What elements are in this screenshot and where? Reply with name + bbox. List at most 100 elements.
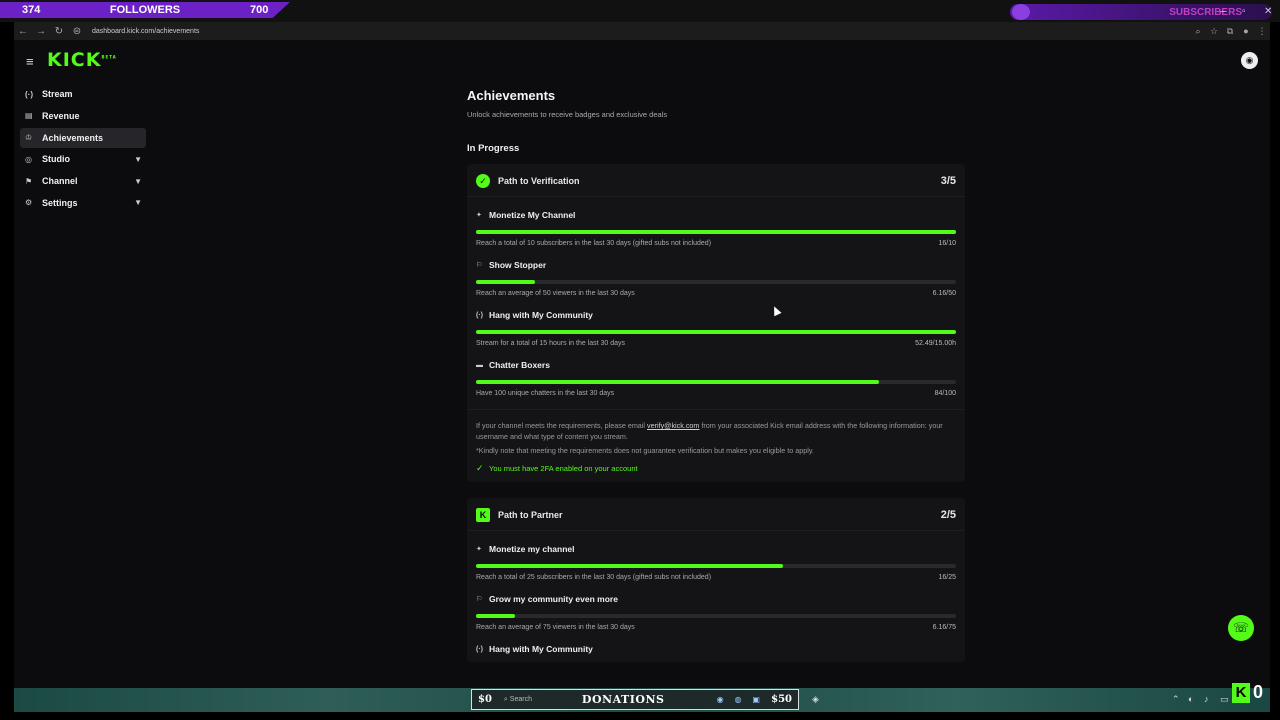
kick-k-icon: K [1232, 682, 1250, 703]
achievement-item: ⚐ Grow my community even more Reach an av… [476, 594, 956, 631]
partner-card: K Path to Partner 2/5 ✦ Monetize my chann… [467, 498, 965, 662]
sidebar-item-achievements[interactable]: ♔ Achievements [20, 127, 146, 148]
flag-icon: ⚐ [476, 262, 483, 269]
tray-chevron-icon[interactable]: ⌃ [1172, 694, 1180, 705]
achievement-value: 16/25 [938, 574, 956, 581]
stream-overlay-bar: 374 FOLLOWERS 700 SUBSCRIBERS – ▫ ✕ [0, 0, 1280, 22]
achievement-description: Reach a total of 10 subscribers in the l… [476, 240, 712, 247]
close-icon[interactable]: ✕ [1264, 6, 1272, 17]
achievement-value: 16/10 [938, 240, 956, 247]
stream-icon: (·) [25, 89, 33, 99]
taskbar-app-icon[interactable]: ◈ [812, 694, 819, 705]
requirement-text: You must have 2FA enabled on your accoun… [489, 464, 638, 473]
logo-beta-tag: BETA [101, 54, 117, 60]
verification-instructions: If your channel meets the requirements, … [476, 420, 956, 442]
divider [467, 409, 965, 410]
chevron-down-icon[interactable]: ▼ [134, 198, 146, 207]
achievement-title: Hang with My Community [489, 310, 593, 320]
achievement-value: 6.16/75 [932, 624, 956, 631]
reload-icon[interactable]: ↻ [50, 26, 68, 37]
achievement-description: Reach a total of 25 subscribers in the l… [476, 574, 712, 581]
progress-bar [476, 564, 956, 568]
achievement-title-row: (·) Hang with My Community [476, 310, 956, 320]
achievement-title: Chatter Boxers [489, 360, 550, 370]
progress-fill [476, 280, 536, 284]
subscriber-avatar-icon [1012, 4, 1030, 20]
card-header: K Path to Partner 2/5 [476, 506, 956, 524]
bookmark-star-icon[interactable]: ☆ [1206, 26, 1222, 37]
achievement-title: Monetize My Channel [489, 210, 576, 220]
sparkle-icon: ✦ [476, 546, 482, 553]
sidebar-item-revenue[interactable]: ▤ Revenue [20, 106, 146, 126]
verify-email-link[interactable]: verify@kick.com [647, 421, 699, 430]
card-progress-count: 3/5 [940, 175, 956, 187]
achievement-item: ▬ Chatter Boxers Have 100 unique chatters… [476, 360, 956, 397]
donations-goal: $50 [771, 694, 792, 705]
revenue-icon: ▤ [25, 111, 33, 121]
achievement-title-row: ⚐ Show Stopper [476, 260, 956, 270]
chat-support-button[interactable]: ☏ [1228, 615, 1254, 641]
tray-display-icon[interactable]: ▭ [1220, 694, 1229, 705]
taskbar-app-icon[interactable]: ◍ [729, 695, 747, 704]
chevron-down-icon[interactable]: ▼ [134, 155, 146, 164]
achievement-title-row: ✦ Monetize my channel [476, 544, 956, 554]
taskbar-search-placeholder: Search [509, 695, 532, 703]
kick-viewer-counter: K 0 [1232, 682, 1263, 703]
taskbar-app-icon[interactable]: ◉ [711, 695, 729, 704]
profile-icon[interactable]: ● [1238, 26, 1254, 36]
progress-bar [476, 230, 956, 234]
sidebar-item-settings[interactable]: ⚙ Settings ▼ [20, 193, 146, 213]
taskbar-search[interactable]: ⌕ Search [498, 696, 578, 704]
verified-badge-icon: ✓ [476, 174, 490, 188]
achievement-title: Show Stopper [489, 260, 547, 270]
donations-bar: $0 ⌕ Search DONATIONS ◉ ◍ ▣ $50 [471, 689, 799, 710]
achievement-title-row: ⚐ Grow my community even more [476, 594, 956, 604]
sidebar-nav: (·) Stream ▤ Revenue ♔ Achievements ◎ St… [20, 84, 146, 215]
extensions-icon[interactable]: ⧉ [1222, 26, 1238, 37]
check-icon: ✓ [476, 463, 484, 473]
achievement-title: Grow my community even more [489, 594, 618, 604]
achievement-item: (·) Hang with My Community Stream for a t… [476, 310, 956, 347]
achievement-footer: Reach a total of 25 subscribers in the l… [476, 574, 956, 581]
progress-bar [476, 330, 956, 334]
gear-icon: ⚙ [25, 198, 33, 208]
trophy-icon: ♔ [25, 133, 33, 143]
sidebar-item-label: Channel [42, 176, 78, 187]
sidebar-item-stream[interactable]: (·) Stream [20, 84, 146, 104]
hamburger-menu-icon[interactable]: ≡ [26, 54, 34, 69]
section-heading-in-progress: In Progress [467, 143, 520, 154]
sidebar-item-channel[interactable]: ⚑ Channel ▼ [20, 171, 146, 191]
site-info-icon[interactable]: ⊜ [68, 26, 86, 37]
sidebar-item-studio[interactable]: ◎ Studio ▼ [20, 149, 146, 169]
divider [467, 196, 965, 197]
tray-volume-icon[interactable]: ♪ [1204, 694, 1209, 704]
zoom-icon[interactable]: ⌕ [1190, 26, 1206, 37]
user-avatar[interactable]: ◉ [1241, 52, 1258, 69]
achievement-title-row: (·) Hang with My Community [476, 644, 956, 654]
kick-logo[interactable]: KICKBETA [47, 49, 117, 71]
tray-app-icon[interactable]: ◐ [1188, 694, 1193, 704]
back-icon[interactable]: ← [14, 26, 32, 37]
achievement-value: 52.49/15.00h [915, 340, 956, 347]
achievement-footer: Have 100 unique chatters in the last 30 … [476, 390, 956, 397]
minimize-icon[interactable]: – [1220, 6, 1226, 17]
verification-card: ✓ Path to Verification 3/5 ✦ Monetize My … [467, 164, 965, 482]
progress-fill [476, 380, 880, 384]
forward-icon[interactable]: → [32, 26, 50, 37]
kick-count-value: 0 [1253, 682, 1264, 702]
address-bar[interactable]: dashboard.kick.com/achievements [86, 28, 1190, 35]
subscribers-goal-bar: SUBSCRIBERS [1010, 4, 1272, 20]
card-title: Path to Verification [498, 176, 580, 186]
chat-bubble-icon: ▬ [476, 361, 483, 369]
broadcast-icon: (·) [476, 311, 483, 319]
chevron-down-icon[interactable]: ▼ [134, 177, 146, 186]
browser-menu-icon[interactable]: ⋮ [1254, 26, 1270, 37]
studio-icon: ◎ [25, 154, 32, 164]
maximize-icon[interactable]: ▫ [1242, 6, 1246, 17]
kick-dashboard: ≡ KICKBETA ◉ (·) Stream ▤ Revenue ♔ Achi… [14, 40, 1270, 688]
taskbar-app-icon[interactable]: ▣ [747, 695, 765, 704]
browser-toolbar: ← → ↻ ⊜ dashboard.kick.com/achievements … [14, 22, 1270, 40]
achievement-value: 6.16/50 [932, 290, 956, 297]
followers-goal: 700 [250, 4, 269, 16]
note-prefix: If your channel meets the requirements, … [476, 421, 647, 430]
